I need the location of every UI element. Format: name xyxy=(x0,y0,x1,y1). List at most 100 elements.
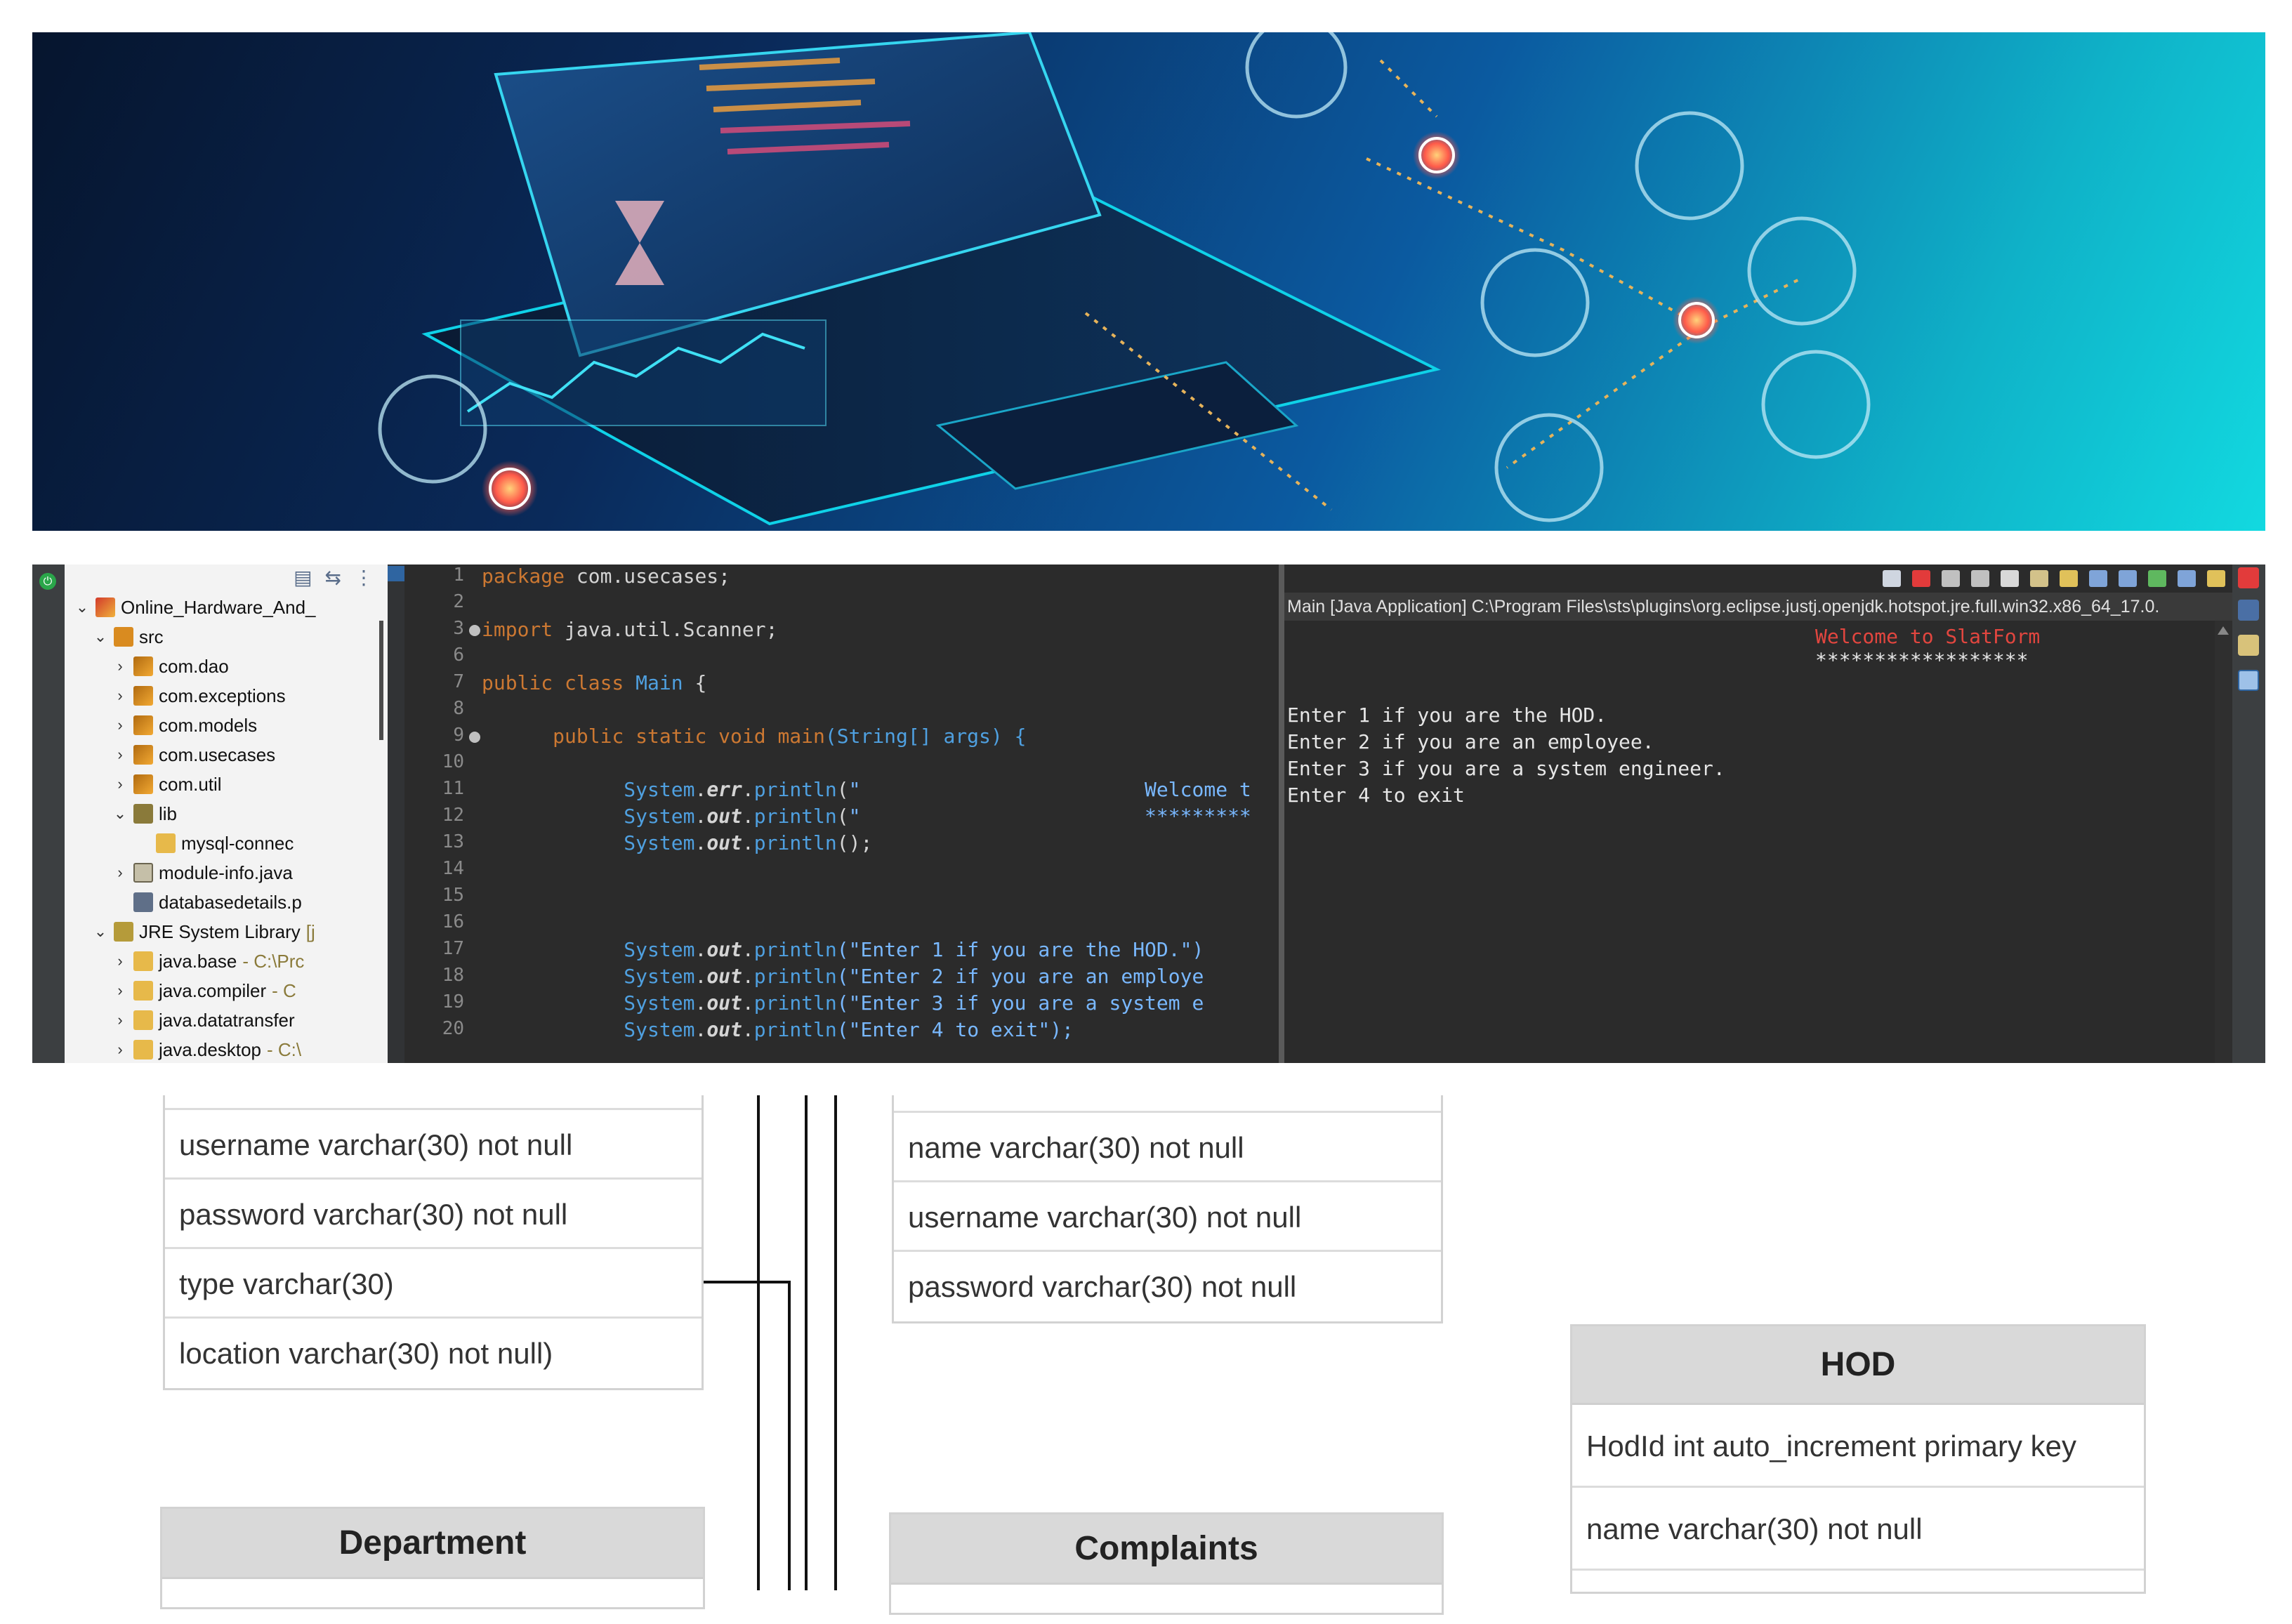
pane-splitter[interactable] xyxy=(1279,565,1284,1063)
tree-item-lib[interactable]: ⌄ lib xyxy=(112,799,177,828)
chevron-down-icon[interactable]: ⌄ xyxy=(93,917,108,946)
code-line: System.out.println("Enter 4 to exit"); xyxy=(624,1018,1074,1041)
engineer-table: name varchar(30) not null username varch… xyxy=(892,1095,1443,1323)
table-field: location varchar(30) not null) xyxy=(179,1337,553,1370)
package-icon xyxy=(133,745,153,765)
scroll-lock-icon[interactable] xyxy=(2030,570,2048,587)
word-wrap-icon[interactable] xyxy=(2060,570,2078,587)
line-number: 3 xyxy=(453,618,464,639)
console-stars: ****************** xyxy=(1815,649,2029,672)
table-row-partial xyxy=(162,1579,703,1607)
package-icon xyxy=(133,656,153,676)
view-menu-icon[interactable]: ⋮ xyxy=(354,566,374,589)
tree-item-package[interactable]: › com.dao xyxy=(112,652,228,681)
chevron-right-icon[interactable]: › xyxy=(112,740,128,770)
clear-console-icon[interactable] xyxy=(2001,570,2019,587)
table-header: Complaints xyxy=(891,1514,1442,1585)
editor-ruler xyxy=(388,565,404,1063)
tree-item-jre-module[interactable]: › java.desktop - C:\ xyxy=(112,1035,301,1063)
show-on-error-icon[interactable] xyxy=(2119,570,2137,587)
line-number: 6 xyxy=(453,645,464,666)
chevron-down-icon[interactable]: ⌄ xyxy=(112,799,128,828)
line-number: 1 xyxy=(453,565,464,586)
code-line: System.out.println("Enter 1 if you are t… xyxy=(624,938,1204,961)
explorer-scrollbar[interactable] xyxy=(379,621,383,740)
console-line: Enter 1 if you are the HOD. xyxy=(1287,704,1607,727)
fold-collapse-icon[interactable] xyxy=(469,732,480,743)
tree-item-module-info[interactable]: › module-info.java xyxy=(112,858,292,887)
tree-item-db-file[interactable]: databasedetails.p xyxy=(133,887,302,917)
jar-file-icon xyxy=(133,951,153,971)
chevron-right-icon[interactable]: › xyxy=(112,858,128,887)
eclipse-ide-screenshot: ⏻ ▤ ⇆ ⋮ ⌄ Online_Hardware_And_ ⌄ src › c… xyxy=(32,565,2265,1063)
table-row-partial xyxy=(165,1095,702,1110)
line-number: 12 xyxy=(442,805,464,826)
remove-all-icon[interactable] xyxy=(1971,570,1989,587)
chevron-right-icon[interactable]: › xyxy=(112,1035,128,1063)
collapse-all-icon[interactable]: ▤ xyxy=(294,566,312,589)
sync-icon[interactable] xyxy=(1883,570,1901,587)
chevron-right-icon[interactable]: › xyxy=(112,711,128,740)
new-console-icon[interactable] xyxy=(2207,570,2225,587)
console-line: Enter 2 if you are an employee. xyxy=(1287,730,1654,753)
chevron-right-icon[interactable]: › xyxy=(112,681,128,711)
javadoc-icon[interactable] xyxy=(2238,600,2259,621)
tree-item-jre-module[interactable]: › java.datatransfer xyxy=(112,1005,301,1035)
line-number: 17 xyxy=(442,938,464,959)
chevron-right-icon[interactable]: › xyxy=(112,946,128,976)
tree-item-src[interactable]: ⌄ src xyxy=(93,622,164,652)
tree-item-package[interactable]: › com.exceptions xyxy=(112,681,285,711)
line-number: 10 xyxy=(442,751,464,772)
explorer-toolbar: ▤ ⇆ ⋮ xyxy=(65,565,388,590)
error-log-icon[interactable] xyxy=(2238,567,2259,588)
chevron-down-icon[interactable]: ⌄ xyxy=(93,622,108,652)
tree-item-jre[interactable]: ⌄ JRE System Library [j xyxy=(93,917,315,946)
table-row-partial xyxy=(891,1585,1442,1613)
chevron-down-icon[interactable]: ⌄ xyxy=(74,593,90,622)
show-on-output-icon[interactable] xyxy=(2089,570,2107,587)
terminate-icon[interactable] xyxy=(1912,570,1930,587)
table-field: HodId int auto_increment primary key xyxy=(1572,1405,2144,1488)
tree-item-package[interactable]: › com.models xyxy=(112,711,257,740)
console-icon[interactable] xyxy=(2238,670,2259,691)
display-console-icon[interactable] xyxy=(2178,570,2196,587)
table-row-partial xyxy=(894,1095,1441,1113)
tree-item-package[interactable]: › com.usecases xyxy=(112,740,275,770)
code-editor[interactable]: 1 2 3 6 7 8 9 10 11 12 13 14 15 16 17 18… xyxy=(404,565,1279,1063)
tree-item-jre-module[interactable]: › java.compiler - C xyxy=(112,976,296,1005)
jar-file-icon xyxy=(133,1010,153,1030)
chevron-right-icon[interactable]: › xyxy=(112,770,128,799)
pin-console-icon[interactable] xyxy=(2148,570,2166,587)
jar-file-icon xyxy=(133,1040,153,1059)
declaration-icon[interactable] xyxy=(2238,635,2259,656)
console-view: Main [Java Application] C:\Program Files… xyxy=(1284,565,2232,1063)
console-scrollbar[interactable] xyxy=(2215,621,2232,1063)
line-number: 18 xyxy=(442,965,464,986)
table-field: password varchar(30) not null xyxy=(165,1180,702,1249)
tree-item-jre-module[interactable]: › java.base - C:\Prc xyxy=(112,946,304,976)
jar-file-icon xyxy=(156,833,176,853)
tree-item-package[interactable]: › com.util xyxy=(112,770,221,799)
line-number: 13 xyxy=(442,831,464,852)
chevron-right-icon[interactable]: › xyxy=(112,1005,128,1035)
package-icon xyxy=(133,686,153,706)
link-editor-icon[interactable]: ⇆ xyxy=(325,566,341,589)
chevron-right-icon[interactable]: › xyxy=(112,976,128,1005)
fold-expand-icon[interactable] xyxy=(469,625,480,636)
ruler-marker xyxy=(388,566,404,581)
remove-launch-icon[interactable] xyxy=(1942,570,1960,587)
tree-item-project[interactable]: ⌄ Online_Hardware_And_ xyxy=(74,593,316,622)
tree-item-jar[interactable]: mysql-connec xyxy=(156,828,294,858)
power-icon[interactable]: ⏻ xyxy=(39,573,56,590)
users-table: username varchar(30) not null password v… xyxy=(163,1095,704,1390)
scroll-up-arrow-icon[interactable] xyxy=(2218,626,2229,635)
hero-banner-image xyxy=(32,32,2265,531)
table-field: name varchar(30) not null xyxy=(894,1113,1441,1182)
line-number: 9 xyxy=(453,725,464,746)
laptop-illustration xyxy=(378,32,1871,526)
code-line: import java.util.Scanner; xyxy=(482,618,778,641)
ide-left-gutter: ⏻ xyxy=(32,565,65,1063)
hod-table: HOD HodId int auto_increment primary key… xyxy=(1570,1324,2146,1594)
chevron-right-icon[interactable]: › xyxy=(112,652,128,681)
line-number: 20 xyxy=(442,1018,464,1039)
